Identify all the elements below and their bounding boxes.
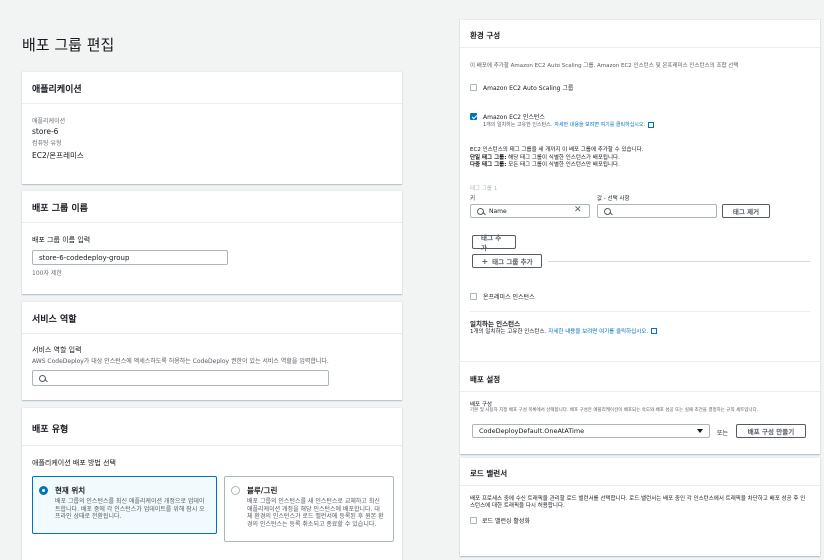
load-balancer-card: 로드 밸런서 배포 프로세스 중에 수신 트래픽을 관리할 로드 밸런서를 선택… — [460, 458, 820, 556]
page-title: 배포 그룹 편집 — [22, 36, 115, 54]
ec2-label: Amazon EC2 인스턴스 — [483, 114, 545, 121]
application-card: 애플리케이션 애플리케이션 store-6 컴퓨팅 유형 EC2/온프레미스 — [22, 72, 402, 184]
deploy-settings-card: 배포 설정 배포 구성 기본 및 사용자 지정 배포 구성 목록에서 선택합니다… — [460, 362, 820, 454]
match-desc-row: 1개의 일치하는 고유한 인스턴스. 자세한 내용을 보려면 여기를 클릭하십시… — [470, 327, 658, 335]
group-name-header: 배포 그룹 이름 — [22, 191, 402, 223]
deployment-type-label: 애플리케이션 배포 방법 선택 — [32, 459, 116, 467]
tag-group-label: 태그 그룹 1 — [470, 186, 498, 192]
group-name-value: store-6-codedeploy-group — [39, 253, 130, 262]
group-name-card: 배포 그룹 이름 배포 그룹 이름 입력 store-6-codedeploy-… — [22, 191, 402, 294]
in-place-radio[interactable] — [39, 486, 48, 495]
match-link[interactable]: 자세한 내용을 보려면 여기를 클릭하십시오. — [548, 327, 648, 335]
load-balancer-header: 로드 밸런서 — [460, 458, 820, 486]
option-in-place[interactable]: 현재 위치 배포 그룹의 인스턴스를 최신 애플리케이션 개정으로 업데이트합니… — [32, 476, 217, 534]
match-desc: 1개의 일치하는 고유한 인스턴스. — [470, 329, 547, 335]
blue-green-radio[interactable] — [231, 486, 240, 495]
asg-label: Amazon EC2 Auto Scaling 그룹 — [483, 85, 574, 92]
platform-value: EC2/온프레미스 — [32, 151, 84, 160]
group-name-input[interactable]: store-6-codedeploy-group — [32, 250, 228, 265]
search-icon — [604, 207, 611, 215]
value-label: 값 - 선택 사항 — [597, 196, 630, 202]
add-tag-group-label: 태그 그룹 추가 — [492, 258, 533, 266]
in-place-title: 현재 위치 — [55, 486, 86, 495]
remove-tag-button[interactable]: 태그 제거 — [722, 204, 770, 218]
deployment-type-header: 배포 유형 — [22, 408, 402, 446]
tag-single: 해당 태그 그룹이 식별한 인스턴스가 배포됩니다. — [506, 154, 620, 161]
search-icon — [477, 207, 484, 215]
add-tag-button[interactable]: 태그 추가 — [472, 234, 516, 252]
service-role-label: 서비스 역할 입력 — [32, 346, 82, 354]
deployment-type-card: 배포 유형 애플리케이션 배포 방법 선택 현재 위치 배포 그룹의 인스턴스를… — [22, 408, 402, 560]
service-role-desc: AWS CodeDeploy가 대상 인스턴스에 액세스하도록 허용하는 Cod… — [32, 358, 329, 365]
platform-label: 컴퓨팅 유형 — [32, 140, 62, 147]
in-place-desc: 배포 그룹의 인스턴스를 최신 애플리케이션 개정으로 업데이트합니다. 배포 … — [55, 498, 205, 520]
asg-option[interactable]: Amazon EC2 Auto Scaling 그룹 — [470, 83, 573, 92]
key-label: 키 — [470, 196, 476, 202]
environment-desc: 이 배포에 추가할 Amazon EC2 Auto Scaling 그룹, Am… — [470, 63, 739, 69]
external-link-icon — [648, 121, 655, 128]
group-name-label: 배포 그룹 이름 입력 — [32, 236, 91, 244]
service-role-header: 서비스 역할 — [22, 302, 402, 334]
tag-multi: 모든 태그 그룹이 식별한 인스턴스만 배포됩니다. — [506, 162, 620, 169]
chevron-down-icon — [697, 429, 703, 433]
or-text: 또는 — [717, 430, 729, 437]
deploy-config-value: CodeDeployDefault.OneAtATime — [479, 427, 585, 435]
external-link-icon — [651, 328, 658, 334]
load-balancer-desc: 배포 프로세스 중에 수신 트래픽을 관리할 로드 밸런서를 선택합니다. 로드… — [470, 496, 806, 510]
application-header: 애플리케이션 — [22, 72, 402, 104]
tag-multi-bold: 다중 태그 그룹: — [470, 162, 507, 169]
onprem-option[interactable]: 온프레미스 인스턴스 — [470, 292, 535, 301]
environment-card: 환경 구성 이 배포에 추가할 Amazon EC2 Auto Scaling … — [460, 20, 820, 365]
tag-single-bold: 단일 태그 그룹: — [470, 154, 507, 161]
plus-icon: + — [481, 256, 489, 266]
ec2-option[interactable]: Amazon EC2 인스턴스 — [470, 112, 545, 121]
ec2-link[interactable]: 자세한 내용을 보려면 여기를 클릭하십시오. — [554, 121, 645, 128]
load-balancing-label: 로드 밸런싱 활성화 — [482, 518, 530, 525]
tag-value-input[interactable] — [597, 204, 717, 218]
right-column: 환경 구성 이 배포에 추가할 Amazon EC2 Auto Scaling … — [457, 16, 823, 560]
asg-checkbox[interactable] — [470, 84, 477, 91]
tag-intro: EC2 인스턴스의 태그 그룹을 세 개까지 이 배포 그룹에 추가할 수 있습… — [470, 147, 644, 153]
service-role-card: 서비스 역할 서비스 역할 입력 AWS CodeDeploy가 대상 인스턴스… — [22, 302, 402, 400]
load-balancing-checkbox[interactable] — [470, 517, 477, 524]
search-icon — [39, 374, 46, 382]
ec2-desc-row: 1개의 일치하는 고유한 인스턴스. 자세한 내용을 보려면 여기를 클릭하십시… — [483, 121, 655, 128]
deploy-config-desc: 기본 및 사용자 지정 배포 구성 목록에서 선택합니다. 배포 구성은 애플리… — [470, 408, 759, 413]
add-tag-group-button[interactable]: + 태그 그룹 추가 — [472, 254, 542, 268]
tag-info: EC2 인스턴스의 태그 그룹을 세 개까지 이 배포 그룹에 추가할 수 있습… — [470, 147, 643, 170]
ec2-checkbox[interactable] — [470, 113, 477, 120]
deploy-settings-header: 배포 설정 — [460, 362, 820, 392]
load-balancing-option[interactable]: 로드 밸런싱 활성화 — [470, 516, 530, 525]
application-value: store-6 — [32, 127, 59, 136]
onprem-label: 온프레미스 인스턴스 — [483, 294, 535, 301]
create-deploy-config-button[interactable]: 배포 구성 만들기 — [736, 424, 806, 438]
clear-icon[interactable]: ✕ — [574, 205, 582, 215]
group-name-hint: 100자 제한 — [32, 270, 62, 277]
tag-key-value: Name — [489, 207, 507, 215]
option-blue-green[interactable]: 블루/그린 배포 그룹의 인스턴스를 새 인스턴스로 교체하고 최신 애플리케이… — [224, 476, 394, 542]
left-column: 배포 그룹 편집 애플리케이션 애플리케이션 store-6 컴퓨팅 유형 EC… — [12, 16, 408, 560]
divider — [548, 261, 810, 262]
application-label: 애플리케이션 — [32, 118, 66, 125]
blue-green-title: 블루/그린 — [247, 486, 278, 495]
tag-key-input[interactable]: Name — [470, 204, 590, 218]
divider — [470, 311, 810, 312]
deploy-config-select[interactable]: CodeDeployDefault.OneAtATime — [472, 424, 710, 438]
ec2-desc: 1개의 일치하는 고유한 인스턴스. — [483, 122, 553, 128]
onprem-checkbox[interactable] — [470, 293, 477, 300]
blue-green-desc: 배포 그룹의 인스턴스를 새 인스턴스로 교체하고 최신 애플리케이션 개정을 … — [247, 498, 384, 528]
service-role-input[interactable] — [32, 370, 329, 386]
environment-header: 환경 구성 — [460, 20, 820, 48]
deploy-config-label: 배포 구성 — [470, 402, 492, 408]
